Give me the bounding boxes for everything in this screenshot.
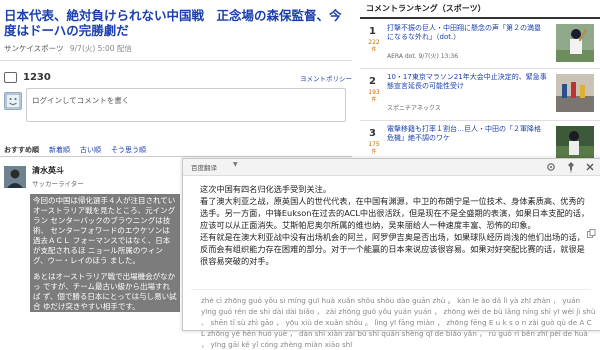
translator-titlebar: 百度翻译 ▼ [183, 159, 600, 176]
pinyin-output: zhè cì zhōng guó yǒu sì míng guī huà xuǎ… [201, 296, 596, 349]
comment-input-placeholder: ログインしてコメントを書く [32, 96, 130, 105]
comment-count-value: 1230 [23, 72, 51, 83]
ranking-item[interactable]: 1 222 件 打撃不振の巨人・中田翔に懸念の声「第２の満塁になるな外れ」（dot… [360, 20, 600, 68]
rank-item-title[interactable]: 10・17東京マラソン21年大会中止決定的、緊急事態宣言延長の可能性受け [387, 73, 547, 91]
translation-line: 还有就是在澳大利亚战中没有出场机会的阿兰，阿罗伊吉奥是否出场，如果球队经历尚浅的… [200, 232, 585, 266]
commenter-avatar[interactable] [4, 166, 26, 188]
marathon-photo [556, 74, 594, 112]
rank-thumbnail[interactable] [556, 74, 594, 112]
comment-body-selected: 今回の中国は帰化選手４人が注目されてい オーストラリア戦を見たところ、元イングラ… [30, 194, 180, 312]
article-headline[interactable]: 日本代表、絶対負けられない中国戦 正念場の森保監督、今度はドーハの完勝劇だ [4, 8, 352, 38]
settings-icon[interactable] [545, 161, 557, 173]
rank-number: 2 [369, 76, 376, 87]
article-source-line: サンケイスポーツ 9/7(火) 5:00 配信 [4, 43, 132, 54]
rank-comment-count: 193 件 [367, 89, 381, 103]
divider [360, 68, 600, 69]
rank-count-value: 222 [368, 39, 380, 46]
translator-popup: 百度翻译 ▼ 这次中国有四名归化选手受到关注。 看了澳大利亚之战，原英国人的世代… [182, 158, 600, 349]
divider [360, 120, 600, 121]
comment-sort-tabs: おすすめ順 新着順 古い順 そう思う順 [4, 145, 146, 155]
ranking-item[interactable]: 2 193 件 10・17東京マラソン21年大会中止決定的、緊急事態宣言延長の可能… [360, 70, 600, 120]
person-photo-icon [4, 166, 26, 188]
article-source[interactable]: サンケイスポーツ [4, 44, 63, 53]
comment-bubble-icon [4, 72, 17, 83]
user-avatar-placeholder [4, 92, 22, 110]
rank-item-source: スポニチアネックス [387, 105, 441, 112]
copy-icon[interactable] [587, 229, 596, 238]
close-icon[interactable] [584, 161, 596, 173]
rank-count-unit: 件 [371, 97, 377, 103]
ranking-title: コメントランキング（スポーツ） [366, 4, 486, 13]
pin-icon[interactable] [565, 161, 577, 173]
rank-item-title[interactable]: 電撃移籍も打率１割台…巨人・中田の「２軍降格危機」絶不調のワケ [387, 125, 547, 143]
comment-paragraph: あとはオーストラリア戦で出場機会がなかっ ですが、チーム最古い級から出場すれば … [33, 272, 177, 311]
commenter-role: サッカーライター [32, 180, 84, 188]
rank-count-unit: 件 [371, 47, 377, 53]
tab-agree[interactable]: そう思う順 [111, 145, 146, 155]
translation-line: 看了澳大利亚之战，原英国人的世代代表，在中国有渊源，中卫的布朗宁是一位技术、身体… [200, 196, 590, 230]
rank-item-source: AERA dot. 9/7(火) 13:36 [387, 53, 459, 60]
tab-recommended[interactable]: おすすめ順 [4, 145, 39, 155]
baseball-player-photo [556, 24, 594, 62]
engine-dropdown-icon[interactable]: ▼ [233, 161, 238, 168]
rank-item-title[interactable]: 打撃不振の巨人・中田翔に懸念の声「第２の満塁になるな外れ」（dot.） [387, 24, 547, 42]
comment-count: 1230 [4, 72, 51, 83]
rank-number: 1 [369, 26, 376, 37]
rank-comment-count: 222 件 [367, 39, 381, 53]
baseball-batter-photo [556, 126, 594, 158]
tab-oldest[interactable]: 古い順 [80, 145, 101, 155]
rank-count-value: 193 [368, 89, 380, 96]
translation-output: 这次中国有四名归化选手受到关注。 看了澳大利亚之战，原英国人的世代代表，在中国有… [200, 183, 590, 267]
rank-number: 3 [369, 128, 376, 139]
translator-engine-label[interactable]: 百度翻译 [191, 162, 217, 172]
comment-policy-link[interactable]: ヨメントポリシー [300, 73, 352, 83]
divider [0, 156, 352, 157]
article-date: 9/7(火) 5:00 配信 [69, 44, 132, 53]
smiley-icon [5, 93, 21, 109]
divider [0, 60, 352, 61]
rank-count-value: 175 [368, 141, 380, 148]
comment-input[interactable]: ログインしてコメントを書く [26, 88, 346, 122]
comment-paragraph: 今回の中国は帰化選手４人が注目されてい オーストラリア戦を見たところ、元イングラ… [33, 196, 176, 265]
tab-newest[interactable]: 新着順 [49, 145, 70, 155]
rank-count-unit: 件 [371, 149, 377, 155]
divider [191, 289, 591, 290]
commenter-name[interactable]: 清水英斗 [32, 165, 64, 176]
ranking-item[interactable]: 3 175 件 電撃移籍も打率１割台…巨人・中田の「２軍降格危機」絶不調のワケ [360, 122, 600, 158]
translation-line: 这次中国有四名归化选手受到关注。 [200, 184, 332, 194]
rank-thumbnail[interactable] [556, 24, 594, 62]
rank-comment-count: 175 件 [367, 141, 381, 155]
